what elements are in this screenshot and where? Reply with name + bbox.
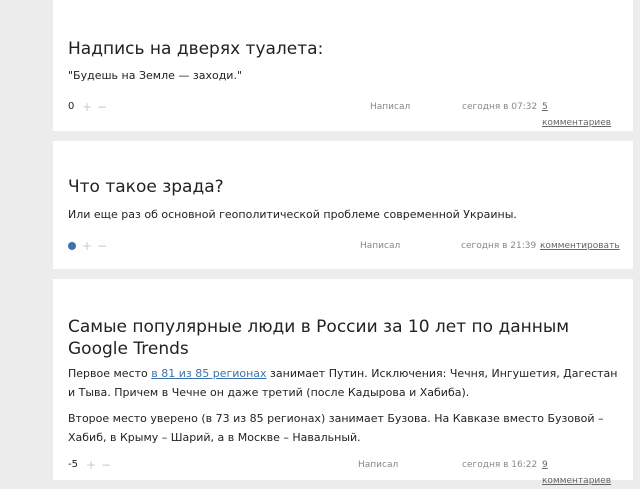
comments-link[interactable]: комментировать [540, 238, 620, 254]
plus-icon[interactable]: + [82, 238, 92, 254]
rating-value: 0 [68, 101, 75, 112]
regions-link[interactable]: в 81 из 85 регионах [151, 367, 266, 380]
post-text: Или еще раз об основной геополитической … [68, 208, 517, 221]
plus-icon[interactable]: + [86, 457, 96, 473]
post-time: сегодня в 16:22 [462, 460, 538, 470]
comments-link[interactable]: 9 комментариев [542, 457, 618, 489]
minus-icon[interactable]: − [97, 238, 107, 254]
post-title[interactable]: Что такое зрада? [68, 176, 618, 198]
post-card: Надпись на дверях туалета: "Будешь на Зе… [53, 0, 633, 131]
minus-icon[interactable]: − [101, 457, 111, 473]
text-fragment: Первое место [68, 367, 152, 380]
post-footer: + − Написал сегодня в 21:39 комментирова… [68, 238, 620, 254]
rating-value: -5 [68, 459, 78, 470]
comments-link[interactable]: 5 комментариев [542, 99, 618, 131]
post-title[interactable]: Надпись на дверях туалета: [68, 38, 618, 60]
post-footer: -5 + − Написал сегодня в 16:22 9 коммент… [68, 457, 618, 486]
rating-dot-icon [68, 242, 76, 250]
post-title[interactable]: Самые популярные люди в России за 10 лет… [68, 316, 618, 360]
post-footer: 0 + − Написал сегодня в 07:32 5 коммента… [68, 99, 618, 128]
post-card: Что такое зрада? Или еще раз об основной… [53, 141, 633, 269]
plus-icon[interactable]: + [82, 99, 92, 115]
post-text: "Будешь на Земле — заходи." [68, 69, 243, 82]
author-label[interactable]: Написал [360, 238, 400, 254]
minus-icon[interactable]: − [97, 99, 107, 115]
post-time: сегодня в 07:32 [462, 102, 538, 112]
author-label[interactable]: Написал [370, 99, 410, 115]
post-text-paragraph: Первое место в 81 из 85 регионах занимае… [68, 364, 618, 402]
post-time: сегодня в 21:39 [461, 241, 537, 251]
post-card: Самые популярные люди в России за 10 лет… [53, 279, 633, 486]
author-label[interactable]: Написал [358, 457, 398, 473]
post-text-paragraph: Второе место уверено (в 73 из 85 региона… [68, 412, 604, 444]
